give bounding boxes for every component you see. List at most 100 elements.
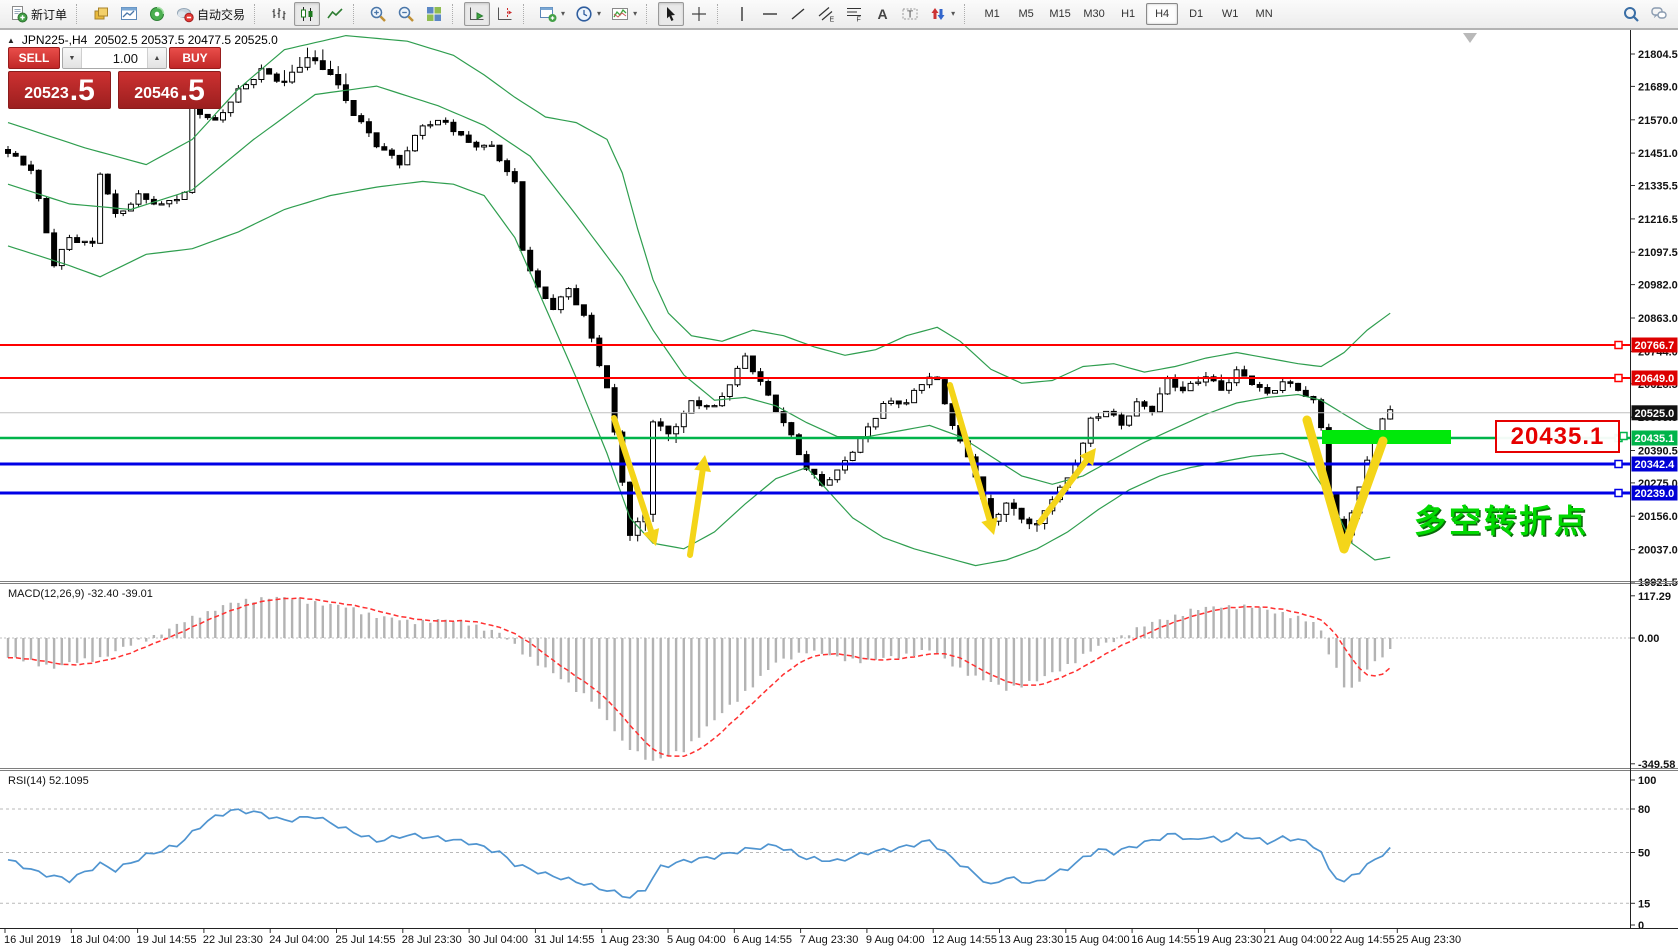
volume-increase-button[interactable]: ▲	[147, 48, 166, 68]
svg-text:21689.0: 21689.0	[1638, 81, 1678, 93]
svg-text:20390.5: 20390.5	[1638, 446, 1678, 458]
autotrading-button[interactable]: 自动交易	[172, 2, 249, 26]
timeframe-m30-button[interactable]: M30	[1078, 3, 1110, 25]
svg-text:9 Aug 04:00: 9 Aug 04:00	[866, 934, 925, 946]
svg-text:28 Jul 23:30: 28 Jul 23:30	[402, 934, 462, 946]
new-order-button[interactable]: 新订单	[6, 2, 71, 26]
candlestick-chart-button[interactable]	[294, 2, 320, 26]
timeframe-mn-button[interactable]: MN	[1248, 3, 1280, 25]
svg-text:117.29: 117.29	[1638, 591, 1671, 603]
trendline-button[interactable]	[785, 2, 811, 26]
toolbar-separator	[452, 4, 459, 24]
profiles-button[interactable]: ▾	[571, 2, 605, 26]
new-chart-button[interactable]: ▾	[535, 2, 569, 26]
svg-text:20863.0: 20863.0	[1638, 313, 1678, 325]
svg-text:21097.5: 21097.5	[1638, 247, 1678, 259]
mt4-app: 21804.521689.021570.021451.021335.521216…	[0, 0, 1678, 948]
search-button[interactable]	[1618, 2, 1644, 26]
svg-text:5 Aug 04:00: 5 Aug 04:00	[667, 934, 726, 946]
svg-text:31 Jul 14:55: 31 Jul 14:55	[534, 934, 594, 946]
svg-text:F: F	[857, 17, 861, 24]
svg-text:21804.5: 21804.5	[1638, 49, 1678, 61]
svg-text:50: 50	[1638, 848, 1650, 860]
sell-button[interactable]: SELL	[8, 47, 60, 69]
svg-text:15: 15	[1638, 898, 1650, 910]
templates-button[interactable]: ▾	[607, 2, 641, 26]
timeframe-h4-button[interactable]: H4	[1146, 3, 1178, 25]
toolbar-separator	[523, 4, 530, 24]
toolbar-separator	[76, 4, 83, 24]
chart-shift-marker[interactable]	[1463, 33, 1477, 43]
time-axis: 16 Jul 201918 Jul 04:0019 Jul 14:5522 Ju…	[4, 929, 1461, 946]
svg-text:21335.5: 21335.5	[1638, 181, 1678, 193]
arrows-button[interactable]: ▾	[925, 2, 959, 26]
community-button[interactable]	[1646, 2, 1672, 26]
toolbar-right	[1617, 0, 1673, 28]
svg-text:20037.0: 20037.0	[1638, 545, 1678, 557]
bid-price-frac: .5	[70, 77, 95, 105]
one-click-trading-panel: SELL ▼ 1.00 ▲ BUY 20523 .5 20546 .5	[8, 47, 221, 109]
timeframe-m5-button[interactable]: M5	[1010, 3, 1042, 25]
svg-text:A: A	[878, 6, 888, 22]
bid-price-panel[interactable]: 20523 .5	[8, 71, 111, 109]
timeframe-d1-button[interactable]: D1	[1180, 3, 1212, 25]
turning-point-annotation: 多空转折点	[1414, 496, 1589, 542]
tile-windows-button[interactable]	[421, 2, 447, 26]
timeframe-m1-button[interactable]: M1	[976, 3, 1008, 25]
trend-arrow-4	[1040, 461, 1086, 522]
rsi-line	[8, 809, 1390, 898]
yellow-annotations	[614, 385, 1383, 555]
svg-text:30 Jul 04:00: 30 Jul 04:00	[468, 934, 528, 946]
zoom-in-button[interactable]	[365, 2, 391, 26]
fibonacci-button[interactable]: F	[841, 2, 867, 26]
bollinger-middle-line	[8, 86, 1390, 484]
svg-text:0.00: 0.00	[1638, 633, 1659, 645]
zoom-out-button[interactable]	[393, 2, 419, 26]
macd-pane	[0, 597, 1630, 761]
svg-text:80: 80	[1638, 804, 1650, 816]
crosshair-button[interactable]	[686, 2, 712, 26]
autotrading-button-label: 自动交易	[197, 6, 245, 23]
volume-decrease-button[interactable]: ▼	[63, 48, 82, 68]
svg-text:19 Jul 14:55: 19 Jul 14:55	[137, 934, 197, 946]
toolbar-separator	[646, 4, 653, 24]
auto-scroll-button[interactable]	[464, 2, 490, 26]
svg-text:25 Aug 23:30: 25 Aug 23:30	[1396, 934, 1461, 946]
svg-text:20156.0: 20156.0	[1638, 511, 1678, 523]
dropdown-caret-icon: ▾	[597, 10, 601, 18]
chart-canvas[interactable]: 21804.521689.021570.021451.021335.521216…	[0, 0, 1678, 948]
bar-chart-button[interactable]	[266, 2, 292, 26]
text-button[interactable]: A	[869, 2, 895, 26]
volume-input[interactable]: 1.00	[82, 48, 147, 68]
market-watch-button[interactable]	[88, 2, 114, 26]
dropdown-caret-icon: ▾	[951, 10, 955, 18]
timeframe-w1-button[interactable]: W1	[1214, 3, 1246, 25]
level-endpoint-marker	[1615, 375, 1622, 382]
vertical-line-button[interactable]	[729, 2, 755, 26]
timeframe-h1-button[interactable]: H1	[1112, 3, 1144, 25]
buy-button[interactable]: BUY	[169, 47, 221, 69]
svg-text:0: 0	[1638, 920, 1644, 932]
svg-text:20982.0: 20982.0	[1638, 280, 1678, 292]
equidistant-channel-button[interactable]: E	[813, 2, 839, 26]
svg-text:16 Aug 14:55: 16 Aug 14:55	[1131, 934, 1196, 946]
cursor-button[interactable]	[658, 2, 684, 26]
label-button[interactable]: T	[897, 2, 923, 26]
horizontal-line-button[interactable]	[757, 2, 783, 26]
svg-text:16 Jul 2019: 16 Jul 2019	[4, 934, 61, 946]
svg-text:20435.1: 20435.1	[1635, 433, 1675, 445]
one-click-collapse-arrow[interactable]: ▲	[7, 36, 15, 45]
ask-price-panel[interactable]: 20546 .5	[118, 71, 221, 109]
chart-shift-button[interactable]	[492, 2, 518, 26]
support-price-callout[interactable]: 20435.1	[1495, 420, 1620, 453]
svg-text:E: E	[830, 17, 835, 24]
ask-price-main: 20546	[134, 83, 179, 105]
data-window-button[interactable]	[116, 2, 142, 26]
dropdown-caret-icon: ▾	[561, 10, 565, 18]
navigator-button[interactable]	[144, 2, 170, 26]
timeframe-m15-button[interactable]: M15	[1044, 3, 1076, 25]
line-chart-button[interactable]	[322, 2, 348, 26]
svg-text:24 Jul 04:00: 24 Jul 04:00	[269, 934, 329, 946]
ask-price-frac: .5	[180, 77, 205, 105]
svg-text:6 Aug 14:55: 6 Aug 14:55	[733, 934, 792, 946]
